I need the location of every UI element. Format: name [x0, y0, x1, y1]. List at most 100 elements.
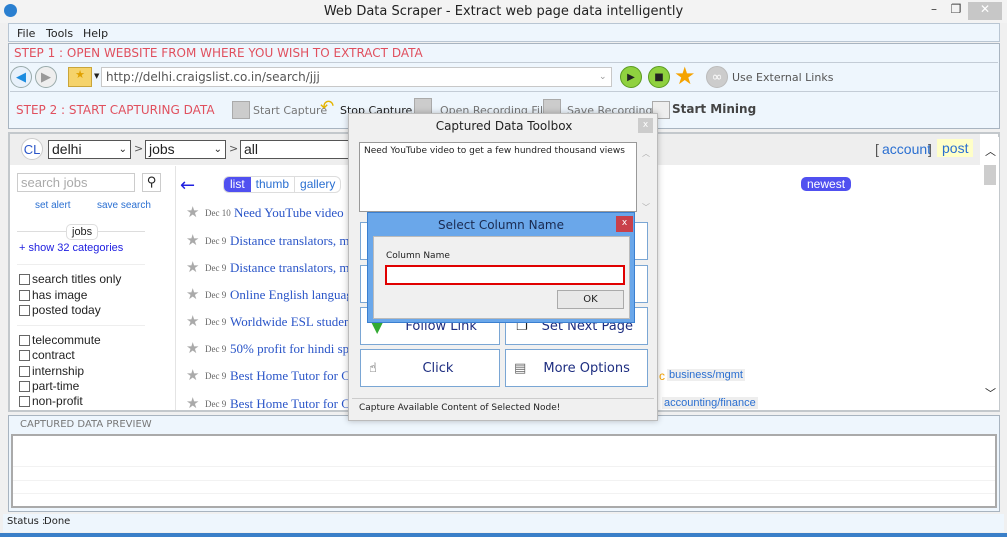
tag-marker: c [659, 369, 665, 383]
favorite-star-icon[interactable]: ★ [186, 231, 199, 249]
column-name-input[interactable] [385, 265, 625, 285]
filter-label: internship [32, 364, 85, 378]
toolbox-title: Captured Data Toolbox [435, 119, 573, 133]
url-dropdown-icon[interactable]: ⌄ [599, 72, 607, 82]
forward-button[interactable]: ▶ [35, 66, 57, 88]
column-dialog-title: Select Column Name [437, 218, 564, 232]
favorites-folder-icon[interactable]: ★ [68, 67, 92, 87]
view-list-tab[interactable]: list [224, 177, 251, 192]
account-link[interactable]: account [882, 141, 931, 157]
subcategory-value: all [244, 141, 259, 157]
menu-bar: File Tools Help [8, 23, 1000, 42]
row-date: Dec 10 [205, 208, 231, 218]
favorite-star-icon[interactable]: ★ [186, 394, 199, 412]
craigslist-logo[interactable]: CL [21, 138, 43, 160]
menu-help[interactable]: Help [83, 27, 108, 40]
scroll-thumb[interactable] [984, 165, 996, 185]
favorite-star-icon[interactable]: ★ [186, 258, 199, 276]
more-options-label: More Options [543, 360, 630, 376]
row-date: Dec 9 [205, 263, 227, 273]
view-tabs: list thumb gallery [223, 176, 342, 193]
row-title-link[interactable]: Distance translators, mu [230, 233, 348, 249]
scroll-down-icon[interactable]: ﹀ [985, 385, 996, 401]
row-date: Dec 9 [205, 290, 227, 300]
save-search-link[interactable]: save search [97, 200, 151, 211]
subcategory-select[interactable]: all [240, 140, 350, 159]
close-button[interactable]: ✕ [968, 2, 1002, 20]
search-jobs-input[interactable]: search jobs [17, 173, 135, 192]
search-button[interactable]: ⚲ [142, 173, 161, 192]
favorite-star-icon[interactable]: ★ [186, 339, 199, 357]
row-title-link[interactable]: Distance translators, mu [230, 260, 348, 276]
filter-label: search titles only [32, 272, 122, 286]
row-date: Dec 9 [205, 371, 227, 381]
checkbox[interactable] [19, 305, 30, 316]
favorite-star-icon[interactable]: ★ [186, 312, 199, 330]
column-dialog-close-button[interactable]: x [616, 216, 633, 232]
checkbox[interactable] [19, 396, 30, 407]
checkbox[interactable] [19, 290, 30, 301]
status-value: Done [44, 516, 71, 527]
bracket: ] [928, 141, 932, 157]
sort-newest-button[interactable]: newest [801, 177, 852, 191]
stop-capture-icon: ↶ [320, 97, 335, 117]
more-options-button[interactable]: ▤ More Options [505, 349, 648, 387]
start-capture-button[interactable]: Start Capture [253, 104, 327, 117]
textarea-scroll-up-icon[interactable]: ︿ [642, 148, 650, 159]
select-column-dialog: Select Column Name x Column Name OK [367, 212, 635, 323]
minimize-button[interactable]: – [926, 2, 942, 20]
back-button[interactable]: ◀ [10, 66, 32, 88]
collapse-arrow[interactable]: ← [180, 175, 195, 196]
scrollbar[interactable]: ︿ ﹀ [982, 137, 999, 410]
captured-text-area[interactable]: Need YouTube video to get a few hundred … [359, 142, 637, 212]
post-link[interactable]: post [937, 139, 974, 157]
play-button[interactable]: ▶ [620, 66, 642, 88]
star-icon[interactable]: ★ [674, 62, 696, 90]
city-value: delhi [52, 141, 82, 157]
toolbox-close-button[interactable]: x [638, 118, 653, 133]
city-select[interactable]: delhi ⌄ [48, 140, 131, 159]
tag-business-mgmt[interactable]: business/mgmt [667, 369, 745, 381]
view-thumb-tab[interactable]: thumb [251, 177, 296, 192]
row-title-link[interactable]: Best Home Tutor for Cl [230, 396, 348, 412]
checkbox[interactable] [19, 274, 30, 285]
breadcrumb-separator: > [229, 142, 239, 155]
view-gallery-tab[interactable]: gallery [295, 177, 340, 192]
restore-button[interactable]: ❐ [948, 2, 964, 20]
row-title-link[interactable]: 50% profit for hindi spe [230, 341, 348, 357]
row-date: Dec 9 [205, 317, 227, 327]
jobs-pill[interactable]: jobs [66, 224, 99, 240]
checkbox[interactable] [19, 381, 30, 392]
row-title-link[interactable]: Best Home Tutor for Cl [230, 368, 348, 384]
start-capture-icon [232, 101, 250, 119]
menu-tools[interactable]: Tools [46, 27, 73, 40]
row-date: Dec 9 [205, 344, 227, 354]
menu-file[interactable]: File [17, 27, 35, 40]
toolbox-status: Capture Available Content of Selected No… [359, 403, 561, 413]
status-bar: Status : Done [3, 514, 1004, 532]
click-button[interactable]: ☝ Click [360, 349, 500, 387]
textarea-scroll-down-icon[interactable]: ﹀ [642, 202, 650, 213]
favorite-star-icon[interactable]: ★ [186, 285, 199, 303]
category-select[interactable]: jobs ⌄ [145, 140, 226, 159]
favorites-dropdown-icon[interactable]: ▼ [94, 72, 99, 80]
tag-accounting-finance[interactable]: accounting/finance [662, 397, 758, 409]
ok-button[interactable]: OK [557, 290, 624, 309]
favorite-star-icon[interactable]: ★ [186, 366, 199, 384]
stop-button[interactable]: ■ [648, 66, 670, 88]
checkbox[interactable] [19, 350, 30, 361]
url-input[interactable]: http://delhi.craigslist.co.in/search/jjj [101, 67, 612, 87]
checkbox[interactable] [19, 366, 30, 377]
checkbox[interactable] [19, 335, 30, 346]
favorite-star-icon[interactable]: ★ [186, 203, 199, 221]
show-categories-link[interactable]: + show 32 categories [19, 242, 123, 254]
row-title-link[interactable]: Need YouTube video t [234, 205, 346, 221]
scroll-up-icon[interactable]: ︿ [985, 143, 996, 159]
use-external-links-button[interactable]: Use External Links [732, 71, 833, 84]
set-alert-link[interactable]: set alert [35, 200, 71, 211]
row-title-link[interactable]: Worldwide ESL studen [230, 314, 348, 330]
category-value: jobs [149, 141, 175, 157]
external-link-icon[interactable]: ∞ [706, 66, 728, 88]
row-title-link[interactable]: Online English languag [230, 287, 348, 303]
start-mining-button[interactable]: Start Mining [672, 102, 756, 116]
